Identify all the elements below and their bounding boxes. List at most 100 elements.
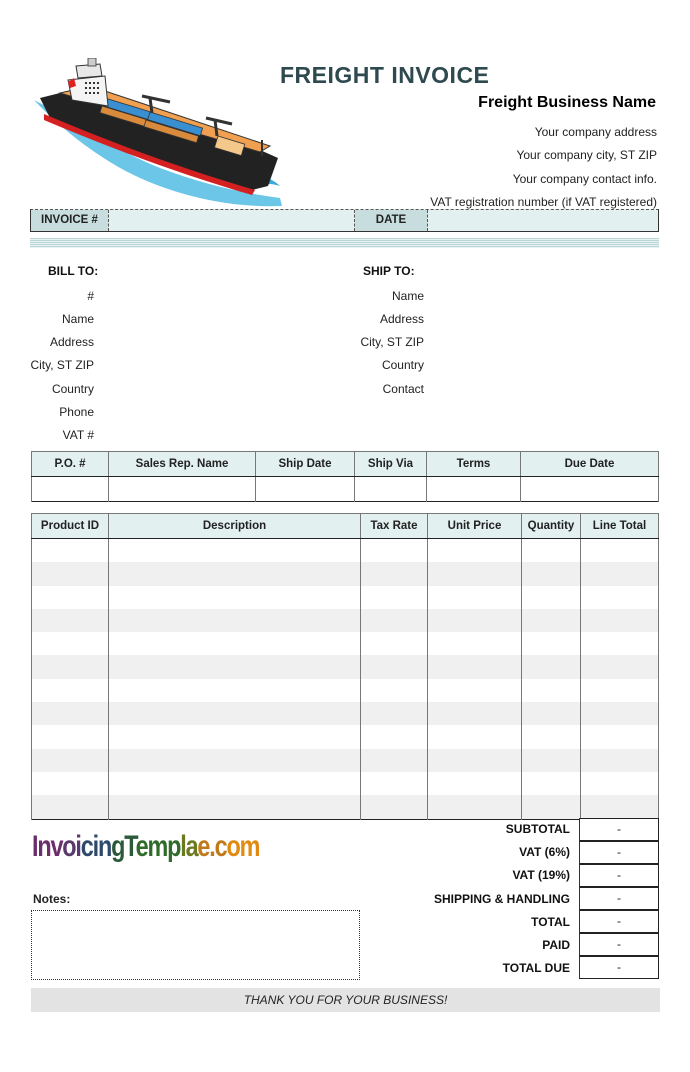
unit-price-cell[interactable]	[427, 795, 522, 820]
line-items-table: Product ID Description Tax Rate Unit Pri…	[31, 513, 659, 820]
tax-rate-cell[interactable]	[360, 585, 428, 609]
product-id-cell[interactable]	[31, 632, 109, 656]
product-id-cell[interactable]	[31, 771, 109, 796]
order-info-table: P.O. # Sales Rep. Name Ship Date Ship Vi…	[31, 451, 659, 502]
table-row	[31, 702, 659, 726]
quantity-cell[interactable]	[521, 655, 581, 679]
line-total-cell[interactable]	[580, 585, 659, 609]
unit-price-cell[interactable]	[427, 771, 522, 796]
logo-letter: n	[37, 830, 51, 863]
tax-rate-cell[interactable]	[360, 608, 428, 633]
tax-rate-cell[interactable]	[360, 632, 428, 656]
line-total-cell[interactable]	[580, 725, 659, 749]
description-cell[interactable]	[108, 702, 361, 726]
line-total-cell[interactable]	[580, 562, 659, 586]
company-city[interactable]: Your company city, ST ZIP	[516, 148, 657, 162]
terms-cell[interactable]	[426, 476, 521, 502]
description-cell[interactable]	[108, 585, 361, 609]
line-total-cell[interactable]	[580, 538, 659, 563]
product-id-cell[interactable]	[31, 655, 109, 679]
notes-field[interactable]	[31, 910, 360, 980]
tax-rate-cell[interactable]	[360, 725, 428, 749]
quantity-cell[interactable]	[521, 771, 581, 796]
tax-rate-cell[interactable]	[360, 562, 428, 586]
line-total-cell[interactable]	[580, 702, 659, 726]
product-id-cell[interactable]	[31, 585, 109, 609]
description-cell[interactable]	[108, 795, 361, 820]
product-id-cell[interactable]	[31, 678, 109, 703]
invoice-number-field[interactable]	[108, 210, 355, 231]
paid-value[interactable]: -	[579, 933, 659, 956]
company-vat-number[interactable]: VAT registration number (if VAT register…	[430, 195, 657, 209]
product-id-cell[interactable]	[31, 538, 109, 563]
product-id-cell[interactable]	[31, 608, 109, 633]
description-cell[interactable]	[108, 655, 361, 679]
unit-price-cell[interactable]	[427, 585, 522, 609]
shipping-handling-value[interactable]: -	[579, 887, 659, 910]
ship-via-cell[interactable]	[354, 476, 427, 502]
tax-rate-cell[interactable]	[360, 795, 428, 820]
quantity-cell[interactable]	[521, 632, 581, 656]
product-id-cell[interactable]	[31, 562, 109, 586]
tax-rate-cell[interactable]	[360, 655, 428, 679]
line-total-cell[interactable]	[580, 771, 659, 796]
company-contact[interactable]: Your company contact info.	[513, 172, 657, 186]
description-cell[interactable]	[108, 678, 361, 703]
vat-19-value: -	[579, 864, 659, 887]
quantity-cell[interactable]	[521, 562, 581, 586]
quantity-cell[interactable]	[521, 585, 581, 609]
line-total-cell[interactable]	[580, 678, 659, 703]
quantity-cell[interactable]	[521, 795, 581, 820]
unit-price-cell[interactable]	[427, 538, 522, 563]
description-cell[interactable]	[108, 771, 361, 796]
column-header-product-id: Product ID	[31, 513, 109, 539]
unit-price-cell[interactable]	[427, 655, 522, 679]
unit-price-cell[interactable]	[427, 702, 522, 726]
description-cell[interactable]	[108, 748, 361, 772]
po-number-cell[interactable]	[31, 476, 109, 502]
unit-price-cell[interactable]	[427, 725, 522, 749]
description-cell[interactable]	[108, 725, 361, 749]
unit-price-cell[interactable]	[427, 632, 522, 656]
quantity-cell[interactable]	[521, 702, 581, 726]
line-total-cell[interactable]	[580, 608, 659, 633]
table-row	[31, 748, 659, 772]
unit-price-cell[interactable]	[427, 608, 522, 633]
logo-letter: T	[124, 830, 137, 863]
product-id-cell[interactable]	[31, 702, 109, 726]
date-field[interactable]	[427, 210, 658, 231]
line-total-cell[interactable]	[580, 795, 659, 820]
company-address[interactable]: Your company address	[535, 125, 657, 139]
tax-rate-cell[interactable]	[360, 678, 428, 703]
quantity-cell[interactable]	[521, 538, 581, 563]
business-name[interactable]: Freight Business Name	[478, 94, 656, 112]
product-id-cell[interactable]	[31, 748, 109, 772]
quantity-cell[interactable]	[521, 608, 581, 633]
due-date-cell[interactable]	[520, 476, 659, 502]
tax-rate-cell[interactable]	[360, 702, 428, 726]
quantity-cell[interactable]	[521, 678, 581, 703]
sales-rep-cell[interactable]	[108, 476, 256, 502]
unit-price-cell[interactable]	[427, 678, 522, 703]
description-cell[interactable]	[108, 632, 361, 656]
logo-letter: m	[147, 830, 168, 863]
tax-rate-cell[interactable]	[360, 538, 428, 563]
product-id-cell[interactable]	[31, 795, 109, 820]
line-total-cell[interactable]	[580, 632, 659, 656]
product-id-cell[interactable]	[31, 725, 109, 749]
tax-rate-cell[interactable]	[360, 748, 428, 772]
column-header-tax-rate: Tax Rate	[360, 513, 428, 539]
line-total-cell[interactable]	[580, 655, 659, 679]
unit-price-cell[interactable]	[427, 748, 522, 772]
description-cell[interactable]	[108, 608, 361, 633]
quantity-cell[interactable]	[521, 748, 581, 772]
tax-rate-cell[interactable]	[360, 771, 428, 796]
quantity-cell[interactable]	[521, 725, 581, 749]
description-cell[interactable]	[108, 562, 361, 586]
column-header-line-total: Line Total	[580, 513, 659, 539]
line-total-cell[interactable]	[580, 748, 659, 772]
order-info-row	[31, 476, 659, 502]
ship-date-cell[interactable]	[255, 476, 355, 502]
unit-price-cell[interactable]	[427, 562, 522, 586]
description-cell[interactable]	[108, 538, 361, 563]
